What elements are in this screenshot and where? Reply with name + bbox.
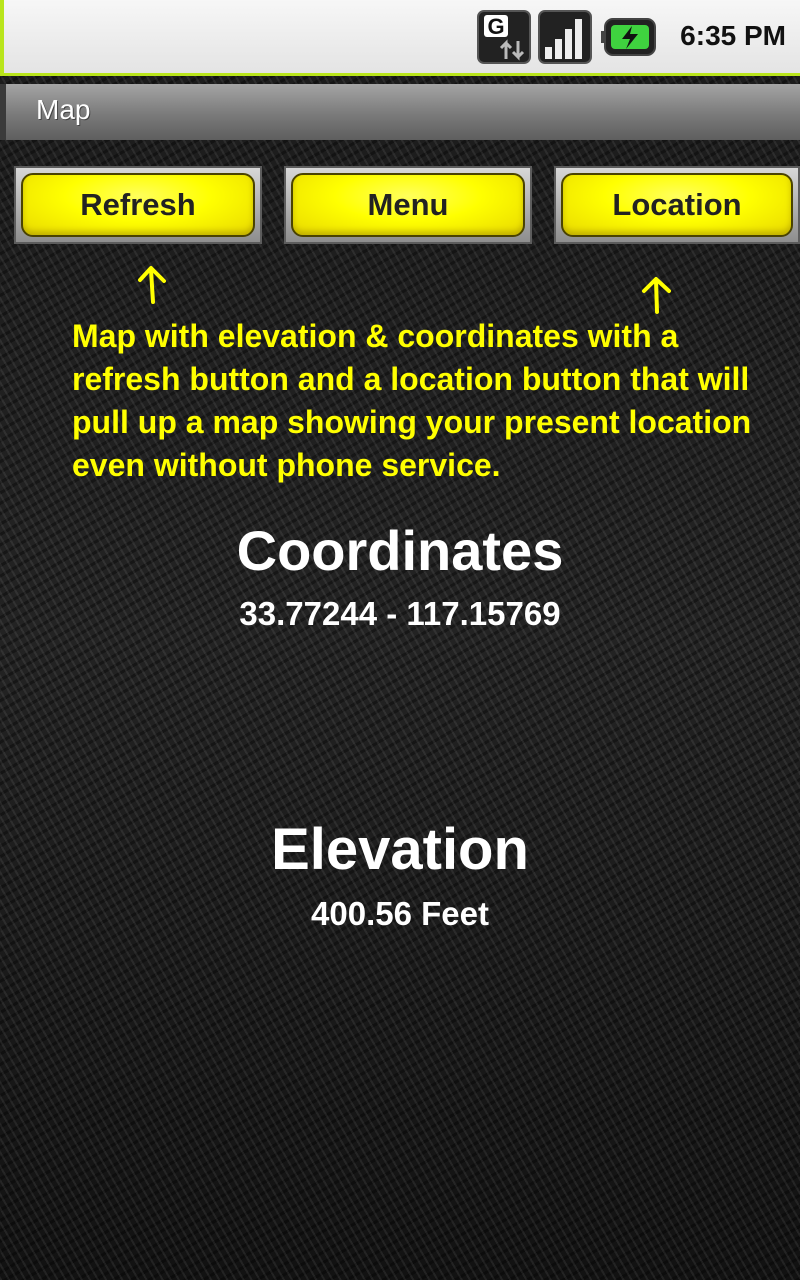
battery-icon	[601, 18, 656, 56]
app-title: Map	[36, 94, 91, 125]
network-g-icon: G	[477, 10, 531, 64]
clock-time: 6:35 PM	[680, 20, 786, 51]
elevation-heading: Elevation	[271, 817, 529, 882]
coordinates-value: 33.77244 - 117.15769	[239, 595, 561, 632]
svg-text:G: G	[487, 14, 504, 39]
menu-button[interactable]: Menu	[291, 173, 525, 237]
arrow-up-icon	[138, 266, 166, 304]
location-button-frame: Location	[554, 166, 800, 244]
refresh-button[interactable]: Refresh	[21, 173, 255, 237]
coordinates-heading: Coordinates	[236, 519, 564, 582]
location-button[interactable]: Location	[561, 173, 793, 237]
refresh-button-frame: Refresh	[14, 166, 262, 244]
status-bar: G 6:35 PM	[0, 0, 800, 76]
annotation-text: Map with elevation & coordinates with a …	[72, 318, 752, 483]
signal-icon	[538, 10, 592, 64]
title-bar: Map	[0, 84, 800, 140]
menu-button-frame: Menu	[284, 166, 532, 244]
elevation-value: 400.56 Feet	[311, 895, 489, 932]
arrow-up-icon	[642, 277, 671, 314]
